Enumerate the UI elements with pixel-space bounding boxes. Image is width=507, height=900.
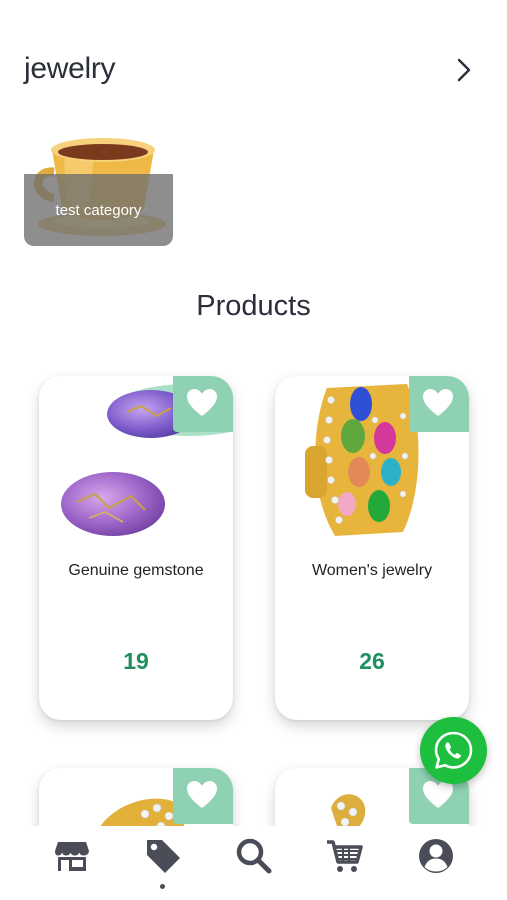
product-name: Women's jewelry (311, 562, 433, 579)
whatsapp-icon (434, 731, 473, 769)
heart-icon (423, 389, 453, 416)
product-card[interactable]: Genuine gemstone 19 (39, 376, 233, 720)
chevron-right-icon[interactable] (450, 56, 478, 84)
cart-icon[interactable] (325, 836, 365, 876)
heart-icon (423, 781, 453, 808)
section-title: Products (196, 290, 311, 322)
page-title: jewelry (24, 52, 116, 85)
heart-icon (187, 781, 217, 808)
search-icon[interactable] (234, 836, 274, 876)
product-price: 26 (359, 648, 385, 674)
tag-icon[interactable] (143, 836, 183, 876)
active-indicator-dot (160, 884, 165, 889)
page-header: jewelry (24, 48, 484, 92)
bottom-navigation (0, 826, 507, 900)
store-icon[interactable] (52, 836, 92, 876)
profile-icon[interactable] (416, 836, 456, 876)
favorite-button[interactable] (173, 376, 233, 432)
category-tile[interactable]: test category (24, 128, 173, 246)
product-card[interactable]: Women's jewelry 26 (275, 376, 469, 720)
whatsapp-button[interactable] (420, 717, 487, 784)
heart-icon (187, 389, 217, 416)
product-name: Genuine gemstone (68, 562, 204, 579)
category-label: test category (55, 202, 142, 219)
product-price: 19 (123, 648, 149, 674)
favorite-button[interactable] (173, 768, 233, 824)
favorite-button[interactable] (409, 376, 469, 432)
